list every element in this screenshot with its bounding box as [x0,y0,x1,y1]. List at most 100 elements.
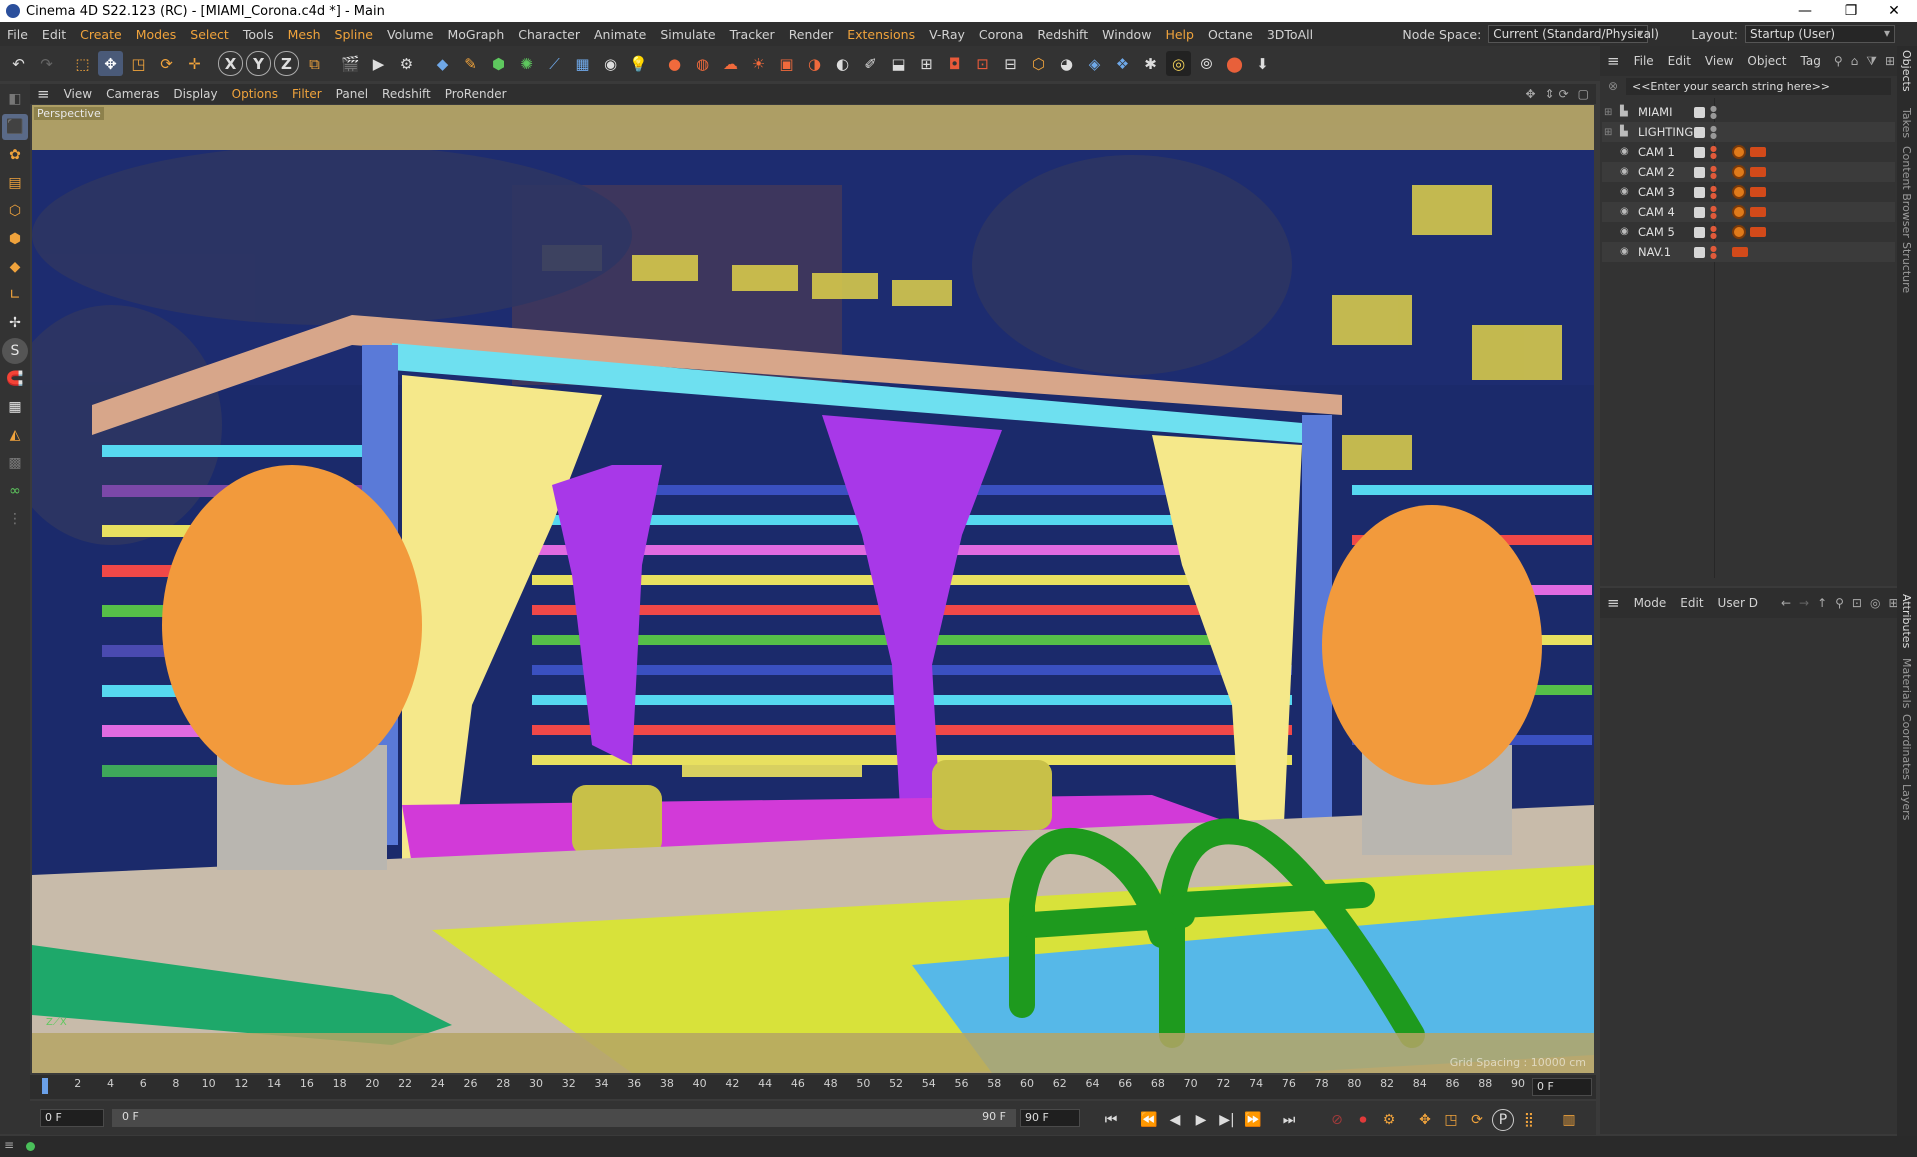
tab-structure[interactable]: Structure [1900,242,1913,293]
cube-icon[interactable]: ◆ [430,51,455,76]
snapshot-icon[interactable]: ⬓ [886,51,911,76]
object-menu-view[interactable]: View [1698,54,1740,68]
vray-icon[interactable]: ◈ [1082,51,1107,76]
protection-tag-icon[interactable] [1732,205,1746,219]
corona-camera-tag-icon[interactable] [1750,147,1766,157]
polygons-mode-icon[interactable]: ◆ [2,254,28,280]
expand-icon[interactable]: ⊞ [1604,127,1612,138]
menu-file[interactable]: File [0,27,35,42]
tab-content-browser[interactable]: Content Browser [1900,146,1913,238]
object-manager-hamburger-icon[interactable]: ≡ [1600,52,1627,70]
corona-camera-tag-icon[interactable] [1750,207,1766,217]
color-wheel-icon[interactable]: ◕ [1054,51,1079,76]
viewport-menu-panel[interactable]: Panel [329,87,375,101]
viewport-menu-view[interactable]: View [57,87,99,101]
corona-sun-icon[interactable]: ☀ [746,51,771,76]
tab-materials[interactable]: Materials [1900,658,1913,708]
model-mode-icon[interactable]: ⬛ [2,114,28,140]
protection-tag-icon[interactable] [1732,185,1746,199]
corona-camera-tag-icon[interactable] [1750,187,1766,197]
protection-tag-icon[interactable] [1732,225,1746,239]
menu-spline[interactable]: Spline [328,27,380,42]
subdivision-icon[interactable]: ⬢ [486,51,511,76]
go-to-start-icon[interactable]: ⏮ [1100,1109,1122,1131]
key-rotation-icon[interactable]: ⟳ [1466,1109,1488,1131]
menu-window[interactable]: Window [1095,27,1158,42]
texture-mode-icon[interactable]: ✿ [2,142,28,168]
attribute-menu-edit[interactable]: Edit [1673,596,1710,610]
picture-viewer-icon[interactable]: ⊟ [998,51,1023,76]
layout-select[interactable]: Startup (User) [1745,25,1895,43]
attribute-hamburger-icon[interactable]: ≡ [1600,594,1627,612]
tab-layers[interactable]: Layers [1900,784,1913,820]
object-search-input[interactable]: <<Enter your search string here>> [1626,78,1891,95]
scale-icon[interactable]: ◳ [126,51,151,76]
object-enabled-checkbox[interactable] [1694,166,1705,178]
menu-octane[interactable]: Octane [1201,27,1260,42]
lights-manager-icon[interactable]: ⬡ [1026,51,1051,76]
lock-workplane-icon[interactable]: ◭ [2,422,28,448]
tab-takes[interactable]: Takes [1900,108,1913,138]
corona-sky-icon[interactable]: ☁ [718,51,743,76]
forward-arrow-icon[interactable]: → [1799,596,1809,610]
object-enabled-checkbox[interactable] [1694,186,1705,198]
start-frame-field[interactable]: 0 F [40,1109,104,1127]
render-picture-viewer-icon[interactable]: ▶ [366,51,391,76]
lock-icon[interactable]: ⊡ [1852,596,1862,610]
edges-mode-icon[interactable]: ⬢ [2,226,28,252]
light-icon[interactable]: 💡 [626,51,651,76]
redshift-material-icon[interactable]: ◐ [830,51,855,76]
protection-tag-icon[interactable] [1732,165,1746,179]
object-row[interactable]: ◉ CAM 2 ● ● [1602,162,1895,182]
visibility-dots[interactable]: ● ● [1710,105,1717,120]
visibility-dots[interactable]: ● ● [1710,185,1717,200]
move-icon[interactable]: ✥ [98,51,123,76]
viewport-zoom-icon[interactable]: ⇕ [1543,87,1557,101]
key-scale-icon[interactable]: ◳ [1440,1109,1462,1131]
menu-volume[interactable]: Volume [380,27,441,42]
live-selection-icon[interactable]: ⬚ [70,51,95,76]
node-space-select[interactable]: Current (Standard/Physical) [1488,25,1659,43]
quantize-icon[interactable]: ∞ [2,478,28,504]
visibility-dots[interactable]: ● ● [1710,165,1717,180]
protection-tag-icon[interactable] [1732,145,1746,159]
keyframe-selection-icon[interactable]: ⚙ [1378,1109,1400,1131]
menu-modes[interactable]: Modes [129,27,184,42]
attribute-menu-mode[interactable]: Mode [1627,596,1674,610]
current-frame-field[interactable]: 0 F [1532,1078,1592,1096]
solo-icon[interactable]: S [2,338,28,364]
viewport-hamburger-icon[interactable]: ≡ [30,85,57,103]
corona-interactive-icon[interactable]: ◑ [802,51,827,76]
snap-icon[interactable]: 🧲 [2,366,28,392]
gear-icon[interactable]: ✱ [1138,51,1163,76]
play-icon[interactable]: ▶ [1190,1109,1212,1131]
transform-icon[interactable]: ✛ [182,51,207,76]
object-row[interactable]: ⊞ ▙ LIGHTING ● ● [1602,122,1895,142]
auto-keying-icon[interactable]: ⏺ [1352,1109,1374,1131]
back-arrow-icon[interactable]: ← [1781,596,1791,610]
undo-icon[interactable]: ↶ [6,51,31,76]
menu-character[interactable]: Character [511,27,587,42]
viewport-menu-cameras[interactable]: Cameras [99,87,166,101]
search-icon[interactable]: ⚲ [1834,54,1843,68]
menu-redshift[interactable]: Redshift [1030,27,1095,42]
render-settings-icon[interactable]: ⚙ [394,51,419,76]
menu-tracker[interactable]: Tracker [723,27,782,42]
object-row[interactable]: ◉ CAM 4 ● ● [1602,202,1895,222]
object-enabled-checkbox[interactable] [1694,246,1705,258]
render-region-icon[interactable]: ◘ [942,51,967,76]
next-key-icon[interactable]: ⏩ [1242,1109,1264,1131]
corona-vfb-icon[interactable]: ▣ [774,51,799,76]
previous-frame-icon[interactable]: ◀ [1164,1109,1186,1131]
octane-live-icon[interactable]: ◎ [1166,51,1191,76]
tab-attributes[interactable]: Attributes [1900,594,1913,648]
menu-3dtoall[interactable]: 3DToAll [1260,27,1320,42]
y-axis-icon[interactable]: Y [246,51,271,76]
make-editable-icon[interactable]: ◧ [2,86,28,112]
menu-render[interactable]: Render [782,27,841,42]
visibility-dots[interactable]: ● ● [1710,145,1717,160]
axis-mode-icon[interactable]: ∟ [2,282,28,308]
planar-workplane-icon[interactable]: ▩ [2,450,28,476]
viewport-menu-display[interactable]: Display [166,87,224,101]
viewport-perspective[interactable]: Perspective Grid Spacing : 10000 cm Z⟋X [32,105,1594,1073]
